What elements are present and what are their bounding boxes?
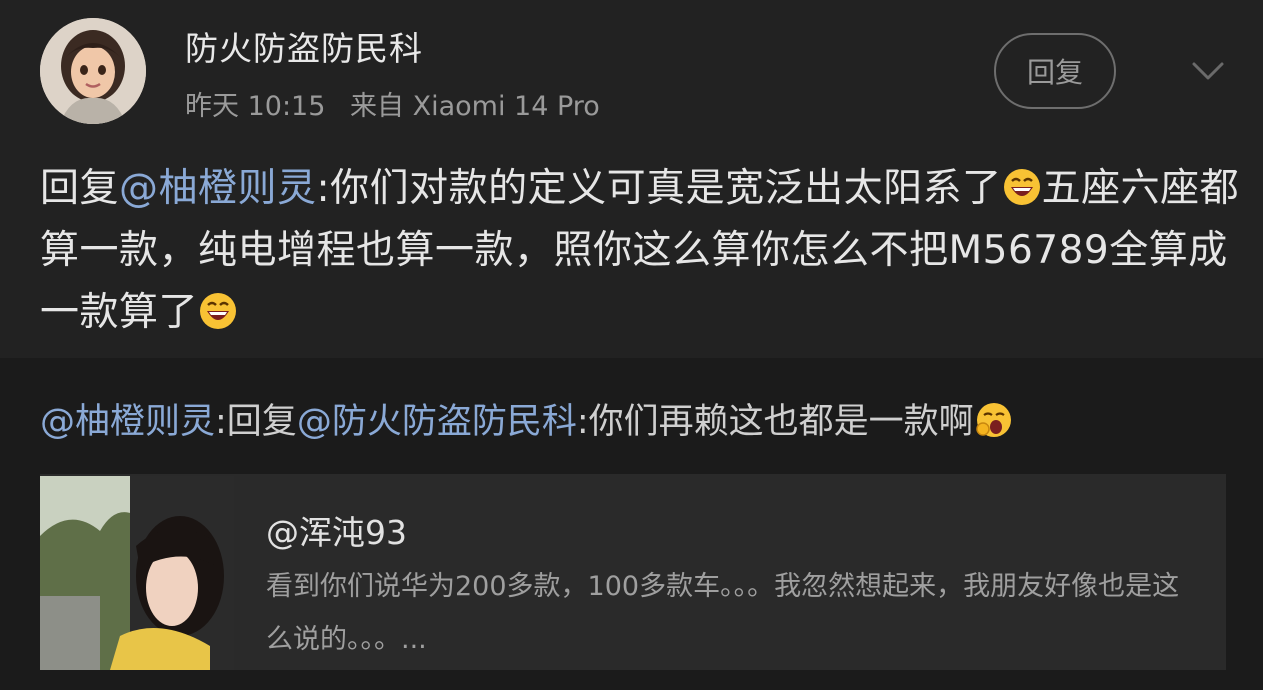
comment-text-part1: :你们对款的定义可真是宽泛出太阳系了 <box>316 166 1002 211</box>
quoted-post-username[interactable]: @浑沌93 <box>266 506 407 554</box>
yawning-emoji <box>975 403 1011 437</box>
chevron-down-icon[interactable] <box>1190 56 1226 86</box>
comment-meta: 昨天 10:15 来自 Xiaomi 14 Pro <box>185 84 600 123</box>
quoted-reply-label: :回复 <box>215 402 297 442</box>
quoted-post-card[interactable]: @浑沌93 看到你们说华为200多款，100多款车。。。我忽然想起来，我朋友好像… <box>40 474 1226 670</box>
quoted-reply: @柚橙则灵:回复@防火防盗防民科:你们再赖这也都是一款啊 <box>40 398 1240 446</box>
post-thumbnail[interactable] <box>40 476 234 670</box>
weibo-comment-page: 防火防盗防民科 昨天 10:15 来自 Xiaomi 14 Pro 回复 回复@… <box>0 0 1263 690</box>
grinning-emoji <box>1003 169 1040 205</box>
mention-link[interactable]: @防火防盗防民科 <box>297 402 577 442</box>
comment-source: 来自 Xiaomi 14 Pro <box>350 91 600 122</box>
reply-prefix: 回复 <box>40 166 120 211</box>
grinning-emoji <box>200 293 237 329</box>
quoted-post-text: 看到你们说华为200多款，100多款车。。。我忽然想起来，我朋友好像也是这么说的… <box>266 571 1180 655</box>
comment-time: 昨天 10:15 <box>185 91 326 122</box>
reply-button[interactable]: 回复 <box>994 33 1116 109</box>
mention-link[interactable]: @柚橙则灵 <box>119 166 317 211</box>
comment-card: 防火防盗防民科 昨天 10:15 来自 Xiaomi 14 Pro 回复 回复@… <box>0 0 1263 358</box>
comment-username[interactable]: 防火防盗防民科 <box>185 22 423 70</box>
quoted-reply-text: :你们再赖这也都是一款啊 <box>576 402 974 442</box>
mention-link[interactable]: @柚橙则灵 <box>40 402 215 442</box>
avatar[interactable] <box>40 18 146 124</box>
comment-body: 回复@柚橙则灵:你们对款的定义可真是宽泛出太阳系了 五座六座都算一款，纯电增程也… <box>40 158 1240 344</box>
